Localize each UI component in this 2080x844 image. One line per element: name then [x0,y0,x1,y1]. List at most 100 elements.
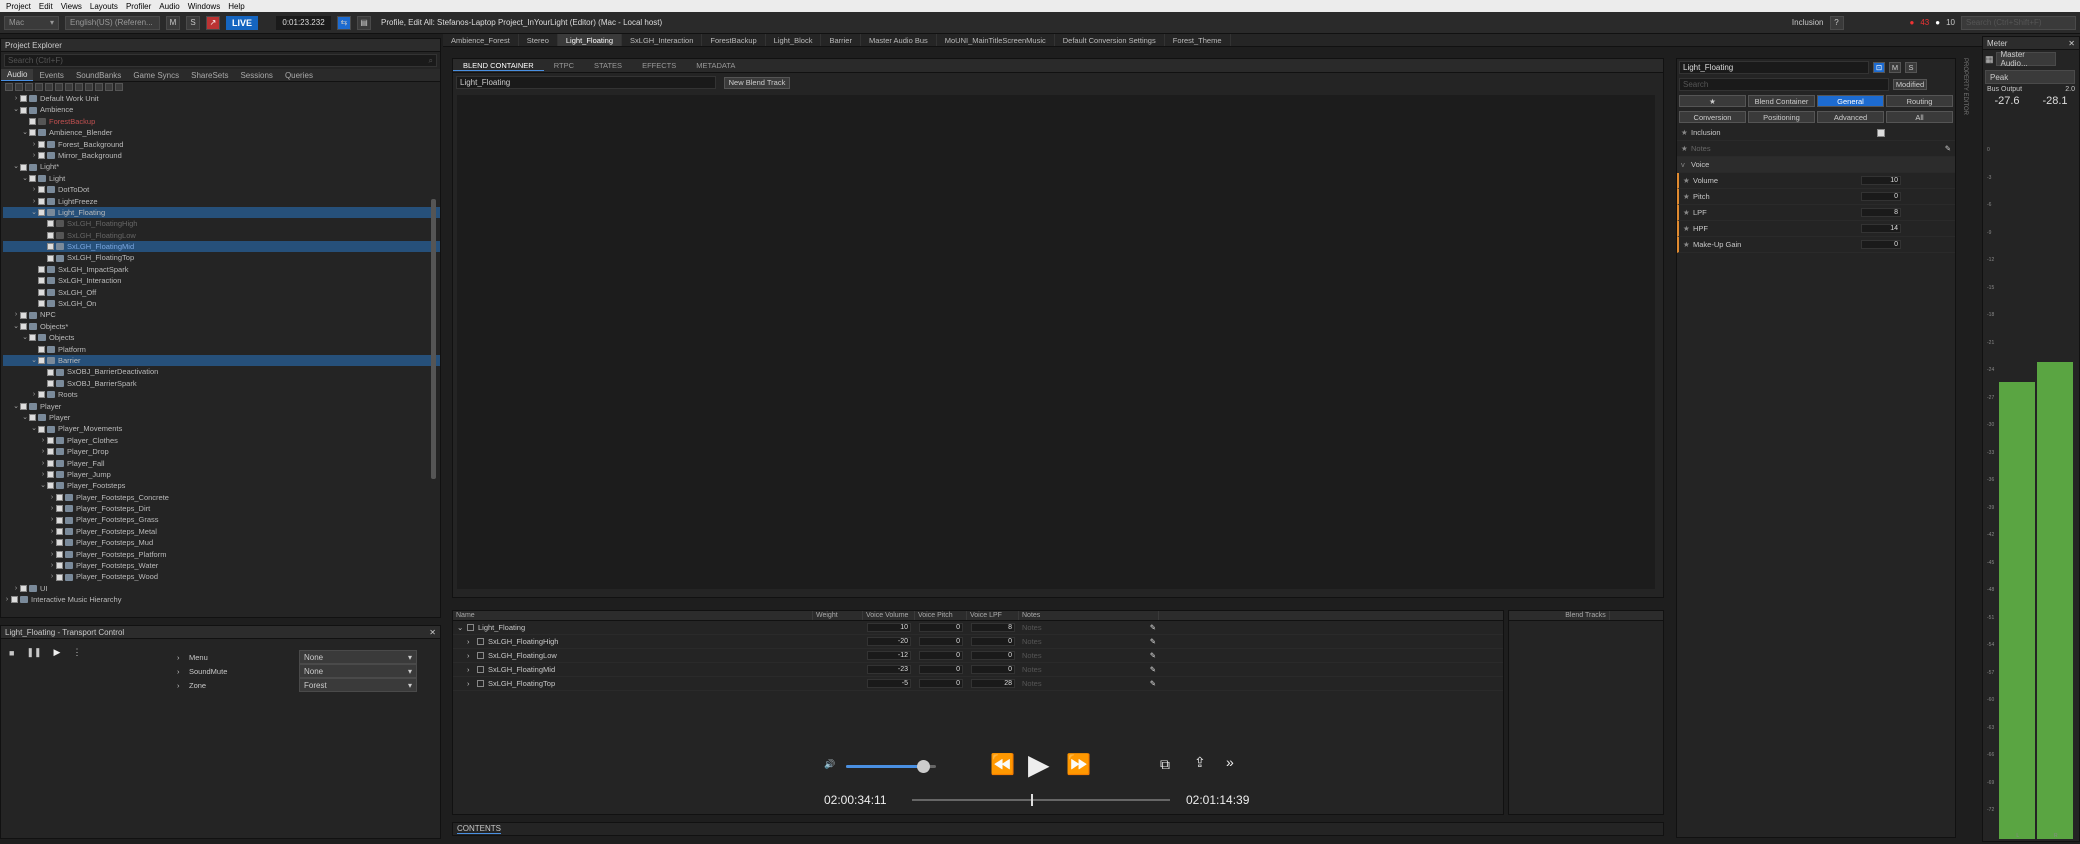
picture-in-picture-icon[interactable]: ⧉ [1160,756,1170,773]
chevron-right-icon[interactable]: › [30,196,38,207]
tree-item[interactable]: ⌄ Ambience_Blender [3,127,440,138]
checkbox[interactable] [29,117,36,125]
chevron-right-icon[interactable]: › [467,651,477,660]
property-tab[interactable]: General [1817,95,1884,107]
voice-vol-value[interactable]: 10 [867,623,911,632]
doc-tab[interactable]: Barrier [821,34,861,46]
checkbox[interactable] [38,140,45,148]
chevron-right-icon[interactable]: › [30,139,38,150]
table-row[interactable]: › SxLGH_FloatingLow -12 0 0 Notes ✎ [453,649,1503,663]
error-icon[interactable]: ● [1910,18,1915,27]
tree-item[interactable]: › Player_Jump [3,469,440,480]
checkbox[interactable] [20,106,27,114]
tree-item[interactable]: › Player_Clothes [3,435,440,446]
table-row[interactable]: › SxLGH_FloatingTop -5 0 28 Notes ✎ [453,677,1503,691]
chevron-down-icon[interactable]: ⌄ [12,321,20,332]
editor-subtab-rtpc[interactable]: RTPC [544,61,584,70]
platform-select[interactable]: Mac ▾ [4,15,59,30]
chevron-right-icon[interactable]: › [467,679,477,688]
star-icon[interactable]: ★ [1683,208,1693,217]
game-sync-select[interactable]: Forest ▾ [299,678,417,692]
notes-field[interactable]: Notes [1691,144,1711,153]
doc-tab[interactable]: Default Conversion Settings [1055,34,1165,46]
star-icon[interactable]: ★ [1683,192,1693,201]
checkbox[interactable] [47,482,54,490]
checkbox[interactable] [20,163,27,171]
checkbox[interactable] [56,562,63,570]
tree-item[interactable]: ⌄ Player [3,401,440,412]
tree-item[interactable]: Platform [3,344,440,355]
explorer-tool-icon[interactable] [95,83,103,91]
chevron-right-icon[interactable]: › [467,665,477,674]
meter-mode-select[interactable]: Peak [1985,70,2075,84]
tree-item[interactable]: › Player_Footsteps_Platform [3,549,440,560]
play-icon[interactable]: ▶ [54,647,61,658]
new-blend-track-button[interactable]: New Blend Track [724,76,790,89]
tree-item[interactable]: › Player_Footsteps_Concrete [3,492,440,503]
tree-item[interactable]: SxOBJ_BarrierSpark [3,378,440,389]
explorer-tab-events[interactable]: Events [33,69,69,81]
chevron-right-icon[interactable]: › [467,637,477,646]
blend-track-canvas[interactable] [457,95,1655,589]
checkbox[interactable] [20,402,27,410]
checkbox[interactable] [477,638,484,645]
property-tab[interactable]: Routing [1886,95,1953,107]
tree-item[interactable]: › LightFreeze [3,196,440,207]
chevron-right-icon[interactable]: › [12,309,20,320]
chevron-right-icon[interactable]: ⌄ [457,623,467,632]
chevron-down-icon[interactable]: ⌄ [21,412,29,423]
doc-tab[interactable]: SxLGH_Interaction [622,34,703,46]
help-button[interactable]: ? [1829,15,1844,30]
property-value[interactable]: 0 [1861,192,1901,201]
property-tab[interactable]: Blend Container [1748,95,1815,107]
edit-pencil-icon[interactable]: ✎ [1150,665,1156,674]
doc-tab[interactable]: Light_Floating [557,34,623,46]
tree-item[interactable]: › Player_Footsteps_Wood [3,571,440,582]
notes-cell[interactable]: Notes ✎ [1019,679,1159,688]
table-row[interactable]: ⌄ Light_Floating 10 0 8 Notes ✎ [453,621,1503,635]
voice-pitch-value[interactable]: 0 [919,651,963,660]
checkbox[interactable] [56,505,63,513]
table-row[interactable]: › SxLGH_FloatingHigh -20 0 0 Notes ✎ [453,635,1503,649]
tree-item[interactable]: SxLGH_ImpactSpark [3,264,440,275]
meter-bus-select[interactable]: Master Audio... [1995,50,2056,68]
tree-item[interactable]: ⌄ Light [3,173,440,184]
star-icon[interactable]: ★ [1683,240,1693,249]
tree-item[interactable]: › DotToDot [3,184,440,195]
voice-section-header[interactable]: v Voice [1677,157,1955,173]
tree-item[interactable]: ⌄ Objects* [3,321,440,332]
chevron-right-icon[interactable]: › [39,435,47,446]
doc-tab[interactable]: Master Audio Bus [861,34,937,46]
notes-cell[interactable]: Notes ✎ [1019,637,1159,646]
checkbox[interactable] [38,391,45,399]
doc-tab[interactable]: Stereo [519,34,558,46]
tree-item[interactable]: › Player_Fall [3,458,440,469]
notes-cell[interactable]: Notes ✎ [1019,651,1159,660]
checkbox[interactable] [38,186,45,194]
checkbox[interactable] [56,550,63,558]
checkbox[interactable] [47,368,54,376]
doc-tab[interactable]: Ambience_Forest [443,34,519,46]
explorer-tool-icon[interactable] [85,83,93,91]
checkbox[interactable] [20,311,27,319]
checkbox[interactable] [38,266,45,274]
checkbox[interactable] [38,288,45,296]
explorer-tool-icon[interactable] [25,83,33,91]
menu-edit[interactable]: Edit [35,2,57,11]
property-tab[interactable]: All [1886,111,1953,123]
tree-item[interactable]: SxLGH_Off [3,287,440,298]
tree-item[interactable]: SxLGH_FloatingLow [3,230,440,241]
menu-views[interactable]: Views [57,2,86,11]
chevron-down-icon[interactable]: ⌄ [12,104,20,115]
editor-subtab-states[interactable]: STATES [584,61,632,70]
checkbox[interactable] [47,471,54,479]
explorer-tool-icon[interactable] [15,83,23,91]
tree-item[interactable]: › Player_Footsteps_Metal [3,526,440,537]
checkbox[interactable] [477,666,484,673]
expand-icon[interactable]: › [177,681,189,690]
checkbox[interactable] [56,528,63,536]
chevron-right-icon[interactable]: › [30,150,38,161]
rewind-icon[interactable]: ⏪ [990,752,1015,777]
checkbox[interactable] [47,459,54,467]
explorer-tool-icon[interactable] [115,83,123,91]
